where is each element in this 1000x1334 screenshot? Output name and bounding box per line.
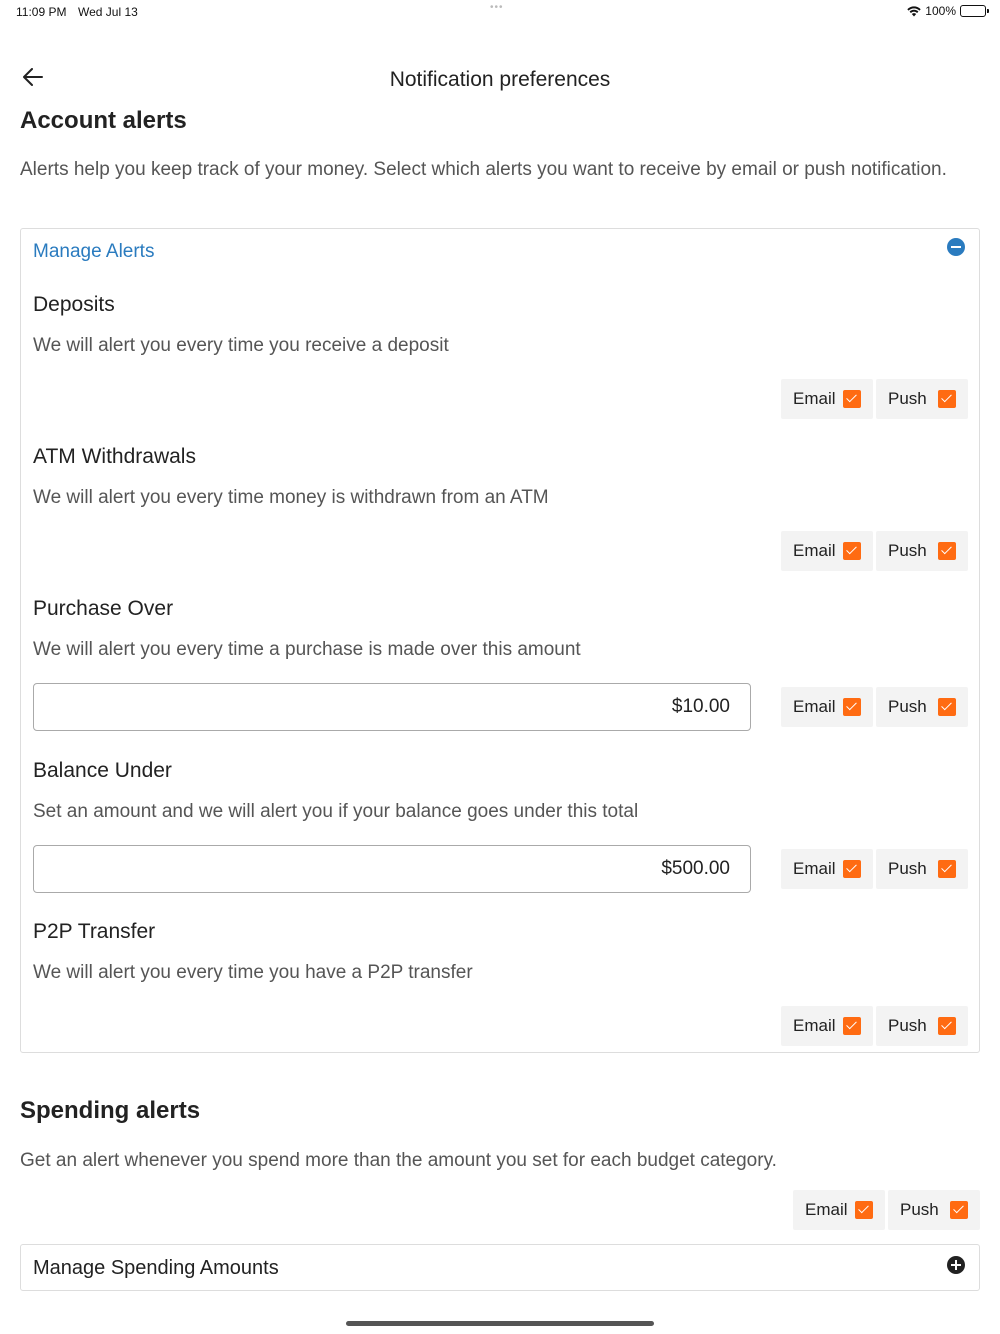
email-label: Email — [805, 1200, 848, 1219]
status-date: Wed Jul 13 — [78, 5, 138, 19]
push-label: Push — [888, 541, 927, 560]
push-toggle[interactable]: Push — [876, 379, 968, 419]
home-indicator[interactable] — [346, 1321, 654, 1326]
alert-description: We will alert you every time a purchase … — [33, 639, 581, 660]
expand-plus-icon[interactable] — [947, 1256, 965, 1274]
push-label: Push — [888, 389, 927, 408]
push-label: Push — [888, 859, 927, 878]
checkmark-icon[interactable] — [843, 1017, 861, 1035]
email-toggle[interactable]: Email — [781, 1006, 873, 1046]
spending-notification-toggles: Email Push — [793, 1190, 980, 1230]
email-label: Email — [793, 1016, 836, 1035]
alert-description: We will alert you every time money is wi… — [33, 487, 549, 508]
multitasking-dots-icon: ••• — [490, 2, 504, 13]
manage-alerts-card: Manage Alerts Deposits We will alert you… — [20, 228, 980, 1053]
wifi-icon — [907, 5, 921, 16]
email-toggle[interactable]: Email — [781, 687, 873, 727]
push-toggle[interactable]: Push — [876, 1006, 968, 1046]
checkmark-icon[interactable] — [938, 860, 956, 878]
purchase-amount-input[interactable] — [33, 683, 751, 731]
email-label: Email — [793, 859, 836, 878]
notification-toggles: Email Push — [781, 1006, 968, 1046]
email-toggle[interactable]: Email — [781, 849, 873, 889]
notification-toggles: Email Push — [781, 531, 968, 571]
checkmark-icon[interactable] — [938, 1017, 956, 1035]
status-right: 100% — [907, 4, 989, 18]
status-bar: 11:09 PM Wed Jul 13 ••• 100% — [0, 0, 1000, 24]
checkmark-icon[interactable] — [843, 698, 861, 716]
email-label: Email — [793, 541, 836, 560]
push-toggle[interactable]: Push — [888, 1190, 980, 1230]
spending-alerts-title: Spending alerts — [20, 1097, 201, 1124]
push-label: Push — [888, 1016, 927, 1035]
checkmark-icon[interactable] — [843, 390, 861, 408]
alert-title: Balance Under — [33, 759, 172, 782]
notification-toggles: Email Push — [781, 379, 968, 419]
email-label: Email — [793, 389, 836, 408]
collapse-minus-icon[interactable] — [947, 238, 965, 256]
checkmark-icon[interactable] — [843, 860, 861, 878]
alert-title: ATM Withdrawals — [33, 445, 196, 468]
push-label: Push — [888, 697, 927, 716]
alert-description: We will alert you every time you have a … — [33, 962, 473, 983]
page-title: Notification preferences — [389, 68, 611, 91]
alert-title: P2P Transfer — [33, 920, 156, 943]
email-label: Email — [793, 697, 836, 716]
notification-toggles: Email Push — [781, 687, 968, 727]
email-toggle[interactable]: Email — [793, 1190, 885, 1230]
alert-description: We will alert you every time you receive… — [33, 335, 449, 356]
push-toggle[interactable]: Push — [876, 687, 968, 727]
alert-description: Set an amount and we will alert you if y… — [33, 801, 639, 822]
spending-alerts-description: Get an alert whenever you spend more tha… — [20, 1150, 777, 1171]
account-alerts-title: Account alerts — [20, 107, 187, 134]
battery-icon — [960, 5, 989, 17]
checkmark-icon[interactable] — [938, 542, 956, 560]
manage-alerts-link[interactable]: Manage Alerts — [33, 241, 154, 263]
status-time: 11:09 PM — [16, 5, 67, 19]
manage-spending-amounts-card[interactable]: Manage Spending Amounts — [20, 1244, 980, 1291]
checkmark-icon[interactable] — [855, 1201, 873, 1219]
push-toggle[interactable]: Push — [876, 849, 968, 889]
manage-spending-amounts-label: Manage Spending Amounts — [33, 1257, 279, 1279]
email-toggle[interactable]: Email — [781, 379, 873, 419]
checkmark-icon[interactable] — [950, 1201, 968, 1219]
balance-amount-input[interactable] — [33, 845, 751, 893]
alert-title: Deposits — [33, 293, 115, 316]
push-toggle[interactable]: Push — [876, 531, 968, 571]
notification-toggles: Email Push — [781, 849, 968, 889]
push-label: Push — [900, 1200, 939, 1219]
battery-percent: 100% — [925, 4, 956, 18]
checkmark-icon[interactable] — [938, 698, 956, 716]
account-alerts-description: Alerts help you keep track of your money… — [20, 159, 947, 180]
checkmark-icon[interactable] — [843, 542, 861, 560]
email-toggle[interactable]: Email — [781, 531, 873, 571]
checkmark-icon[interactable] — [938, 390, 956, 408]
alert-title: Purchase Over — [33, 597, 174, 620]
nav-bar: Notification preferences — [0, 56, 1000, 104]
